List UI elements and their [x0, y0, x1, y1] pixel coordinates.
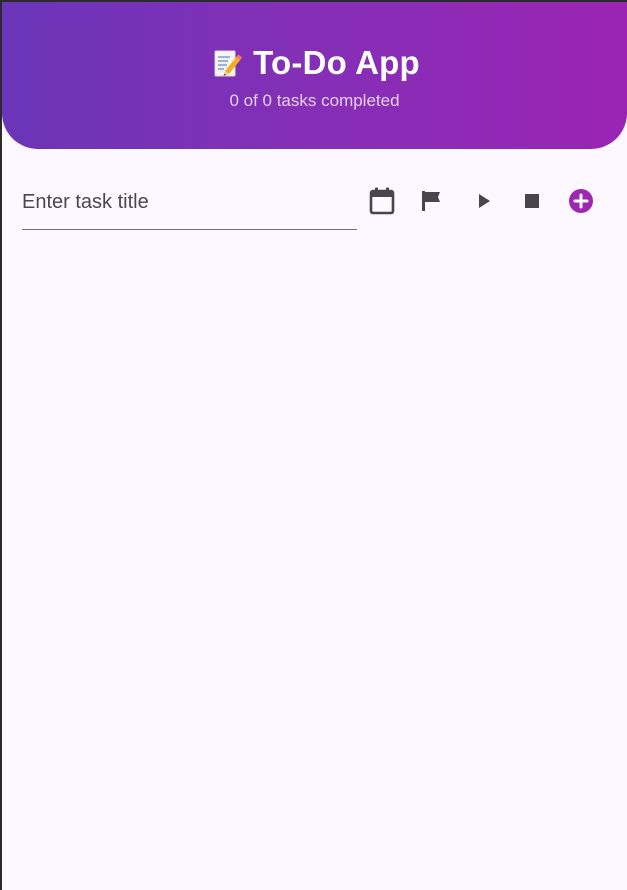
- task-title-input[interactable]: [22, 177, 357, 227]
- date-picker-button[interactable]: [361, 180, 403, 222]
- page-title: To-Do App: [253, 44, 420, 81]
- add-task-button[interactable]: [560, 180, 602, 222]
- start-button[interactable]: [463, 180, 505, 222]
- stop-button[interactable]: [511, 180, 553, 222]
- priority-flag-button[interactable]: [411, 180, 453, 222]
- task-progress-summary: 0 of 0 tasks completed: [229, 91, 400, 110]
- task-title-field[interactable]: [22, 177, 357, 230]
- memo-pencil-icon: [209, 45, 245, 81]
- title-row: To-Do App: [2, 40, 627, 86]
- app-window: To-Do App 0 of 0 tasks completed: [2, 2, 627, 890]
- app-header: To-Do App 0 of 0 tasks completed: [2, 2, 627, 149]
- task-list-empty-area: [2, 247, 627, 890]
- play-icon: [473, 190, 495, 212]
- flag-icon: [419, 188, 445, 214]
- calendar-icon: [368, 186, 396, 216]
- stop-icon: [521, 190, 543, 212]
- add-circle-icon: [567, 187, 595, 215]
